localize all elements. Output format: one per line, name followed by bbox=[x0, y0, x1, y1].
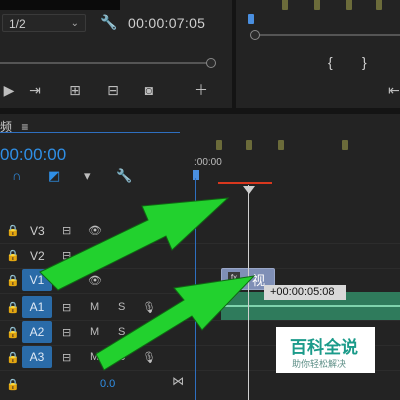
watermark-logo: 百科全说 助你轻松解决 bbox=[276, 327, 375, 373]
watermark-title: 百科全说 bbox=[290, 338, 358, 357]
arrow-icon bbox=[39, 197, 256, 371]
watermark-subtitle: 助你轻松解决 bbox=[292, 359, 347, 369]
